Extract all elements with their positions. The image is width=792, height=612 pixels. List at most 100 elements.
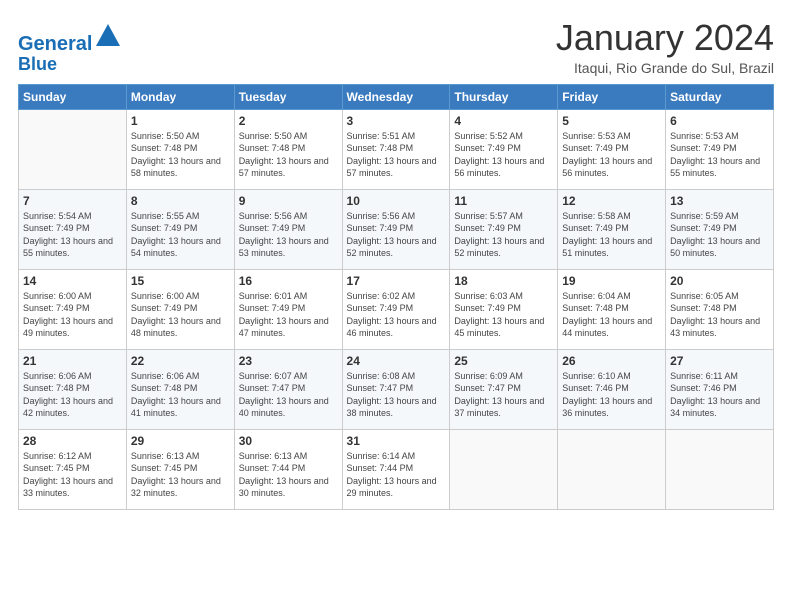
day-info: Sunrise: 6:01 AMSunset: 7:49 PMDaylight:… [239, 290, 338, 340]
col-header-thursday: Thursday [450, 84, 558, 109]
day-info: Sunrise: 6:13 AMSunset: 7:44 PMDaylight:… [239, 450, 338, 500]
logo: General Blue [18, 22, 122, 75]
day-number: 28 [23, 434, 122, 448]
logo-text: General [18, 22, 122, 55]
day-number: 31 [347, 434, 446, 448]
day-info: Sunrise: 6:07 AMSunset: 7:47 PMDaylight:… [239, 370, 338, 420]
day-cell: 22 Sunrise: 6:06 AMSunset: 7:48 PMDayligh… [126, 349, 234, 429]
day-info: Sunrise: 5:53 AMSunset: 7:49 PMDaylight:… [670, 130, 769, 180]
day-cell: 2 Sunrise: 5:50 AMSunset: 7:48 PMDaylight… [234, 109, 342, 189]
day-info: Sunrise: 5:54 AMSunset: 7:49 PMDaylight:… [23, 210, 122, 260]
day-number: 2 [239, 114, 338, 128]
day-cell: 12 Sunrise: 5:58 AMSunset: 7:49 PMDayligh… [558, 189, 666, 269]
day-cell: 26 Sunrise: 6:10 AMSunset: 7:46 PMDayligh… [558, 349, 666, 429]
day-info: Sunrise: 6:10 AMSunset: 7:46 PMDaylight:… [562, 370, 661, 420]
col-header-monday: Monday [126, 84, 234, 109]
day-cell: 31 Sunrise: 6:14 AMSunset: 7:44 PMDayligh… [342, 429, 450, 509]
day-info: Sunrise: 6:00 AMSunset: 7:49 PMDaylight:… [23, 290, 122, 340]
day-cell: 28 Sunrise: 6:12 AMSunset: 7:45 PMDayligh… [19, 429, 127, 509]
day-number: 19 [562, 274, 661, 288]
day-cell [450, 429, 558, 509]
day-cell: 16 Sunrise: 6:01 AMSunset: 7:49 PMDayligh… [234, 269, 342, 349]
day-cell: 20 Sunrise: 6:05 AMSunset: 7:48 PMDayligh… [666, 269, 774, 349]
day-info: Sunrise: 6:06 AMSunset: 7:48 PMDaylight:… [23, 370, 122, 420]
day-cell: 23Sunrise: 6:07 AMSunset: 7:47 PMDayligh… [234, 349, 342, 429]
day-cell: 17 Sunrise: 6:02 AMSunset: 7:49 PMDayligh… [342, 269, 450, 349]
day-cell: 15Sunrise: 6:00 AMSunset: 7:49 PMDayligh… [126, 269, 234, 349]
calendar-table: SundayMondayTuesdayWednesdayThursdayFrid… [18, 84, 774, 510]
col-header-saturday: Saturday [666, 84, 774, 109]
logo-general: General [18, 33, 92, 55]
day-info: Sunrise: 6:02 AMSunset: 7:49 PMDaylight:… [347, 290, 446, 340]
day-info: Sunrise: 6:11 AMSunset: 7:46 PMDaylight:… [670, 370, 769, 420]
day-number: 11 [454, 194, 553, 208]
day-cell [666, 429, 774, 509]
day-number: 6 [670, 114, 769, 128]
week-row-0: 1Sunrise: 5:50 AMSunset: 7:48 PMDaylight… [19, 109, 774, 189]
day-cell: 4 Sunrise: 5:52 AMSunset: 7:49 PMDaylight… [450, 109, 558, 189]
col-header-sunday: Sunday [19, 84, 127, 109]
day-cell [558, 429, 666, 509]
day-number: 3 [347, 114, 446, 128]
day-number: 25 [454, 354, 553, 368]
day-info: Sunrise: 5:52 AMSunset: 7:49 PMDaylight:… [454, 130, 553, 180]
day-number: 14 [23, 274, 122, 288]
week-row-3: 21Sunrise: 6:06 AMSunset: 7:48 PMDayligh… [19, 349, 774, 429]
day-info: Sunrise: 6:06 AMSunset: 7:48 PMDaylight:… [131, 370, 230, 420]
week-row-4: 28 Sunrise: 6:12 AMSunset: 7:45 PMDayligh… [19, 429, 774, 509]
day-info: Sunrise: 6:13 AMSunset: 7:45 PMDaylight:… [131, 450, 230, 500]
day-cell: 19Sunrise: 6:04 AMSunset: 7:48 PMDayligh… [558, 269, 666, 349]
day-cell: 10Sunrise: 5:56 AMSunset: 7:49 PMDayligh… [342, 189, 450, 269]
day-number: 29 [131, 434, 230, 448]
day-info: Sunrise: 6:08 AMSunset: 7:47 PMDaylight:… [347, 370, 446, 420]
day-cell: 14 Sunrise: 6:00 AMSunset: 7:49 PMDayligh… [19, 269, 127, 349]
month-title: January 2024 [556, 18, 774, 58]
day-info: Sunrise: 6:05 AMSunset: 7:48 PMDaylight:… [670, 290, 769, 340]
day-number: 8 [131, 194, 230, 208]
day-number: 15 [131, 274, 230, 288]
day-info: Sunrise: 6:14 AMSunset: 7:44 PMDaylight:… [347, 450, 446, 500]
day-cell: 6 Sunrise: 5:53 AMSunset: 7:49 PMDaylight… [666, 109, 774, 189]
day-cell: 8Sunrise: 5:55 AMSunset: 7:49 PMDaylight… [126, 189, 234, 269]
week-row-2: 14 Sunrise: 6:00 AMSunset: 7:49 PMDayligh… [19, 269, 774, 349]
day-cell: 18Sunrise: 6:03 AMSunset: 7:49 PMDayligh… [450, 269, 558, 349]
day-info: Sunrise: 6:12 AMSunset: 7:45 PMDaylight:… [23, 450, 122, 500]
day-info: Sunrise: 6:03 AMSunset: 7:49 PMDaylight:… [454, 290, 553, 340]
title-block: January 2024 Itaqui, Rio Grande do Sul, … [556, 18, 774, 76]
day-number: 4 [454, 114, 553, 128]
page: General Blue January 2024 Itaqui, Rio Gr… [0, 0, 792, 612]
day-info: Sunrise: 6:09 AMSunset: 7:47 PMDaylight:… [454, 370, 553, 420]
day-cell: 3 Sunrise: 5:51 AMSunset: 7:48 PMDaylight… [342, 109, 450, 189]
day-cell: 27 Sunrise: 6:11 AMSunset: 7:46 PMDayligh… [666, 349, 774, 429]
day-info: Sunrise: 5:50 AMSunset: 7:48 PMDaylight:… [131, 130, 230, 180]
day-number: 5 [562, 114, 661, 128]
day-info: Sunrise: 5:57 AMSunset: 7:49 PMDaylight:… [454, 210, 553, 260]
week-row-1: 7 Sunrise: 5:54 AMSunset: 7:49 PMDaylight… [19, 189, 774, 269]
col-header-wednesday: Wednesday [342, 84, 450, 109]
day-cell: 25 Sunrise: 6:09 AMSunset: 7:47 PMDayligh… [450, 349, 558, 429]
day-info: Sunrise: 5:50 AMSunset: 7:48 PMDaylight:… [239, 130, 338, 180]
day-info: Sunrise: 5:58 AMSunset: 7:49 PMDaylight:… [562, 210, 661, 260]
day-cell: 9Sunrise: 5:56 AMSunset: 7:49 PMDaylight… [234, 189, 342, 269]
day-cell: 29 Sunrise: 6:13 AMSunset: 7:45 PMDayligh… [126, 429, 234, 509]
day-number: 17 [347, 274, 446, 288]
day-number: 24 [347, 354, 446, 368]
day-number: 22 [131, 354, 230, 368]
day-number: 12 [562, 194, 661, 208]
day-number: 13 [670, 194, 769, 208]
day-number: 16 [239, 274, 338, 288]
day-number: 7 [23, 194, 122, 208]
calendar-header-row: SundayMondayTuesdayWednesdayThursdayFrid… [19, 84, 774, 109]
day-number: 26 [562, 354, 661, 368]
col-header-tuesday: Tuesday [234, 84, 342, 109]
day-info: Sunrise: 5:51 AMSunset: 7:48 PMDaylight:… [347, 130, 446, 180]
logo-icon [94, 22, 122, 50]
day-info: Sunrise: 5:53 AMSunset: 7:49 PMDaylight:… [562, 130, 661, 180]
day-number: 20 [670, 274, 769, 288]
day-cell: 5 Sunrise: 5:53 AMSunset: 7:49 PMDaylight… [558, 109, 666, 189]
day-number: 27 [670, 354, 769, 368]
day-number: 10 [347, 194, 446, 208]
day-cell: 21Sunrise: 6:06 AMSunset: 7:48 PMDayligh… [19, 349, 127, 429]
day-cell: 7 Sunrise: 5:54 AMSunset: 7:49 PMDaylight… [19, 189, 127, 269]
day-cell: 30Sunrise: 6:13 AMSunset: 7:44 PMDayligh… [234, 429, 342, 509]
